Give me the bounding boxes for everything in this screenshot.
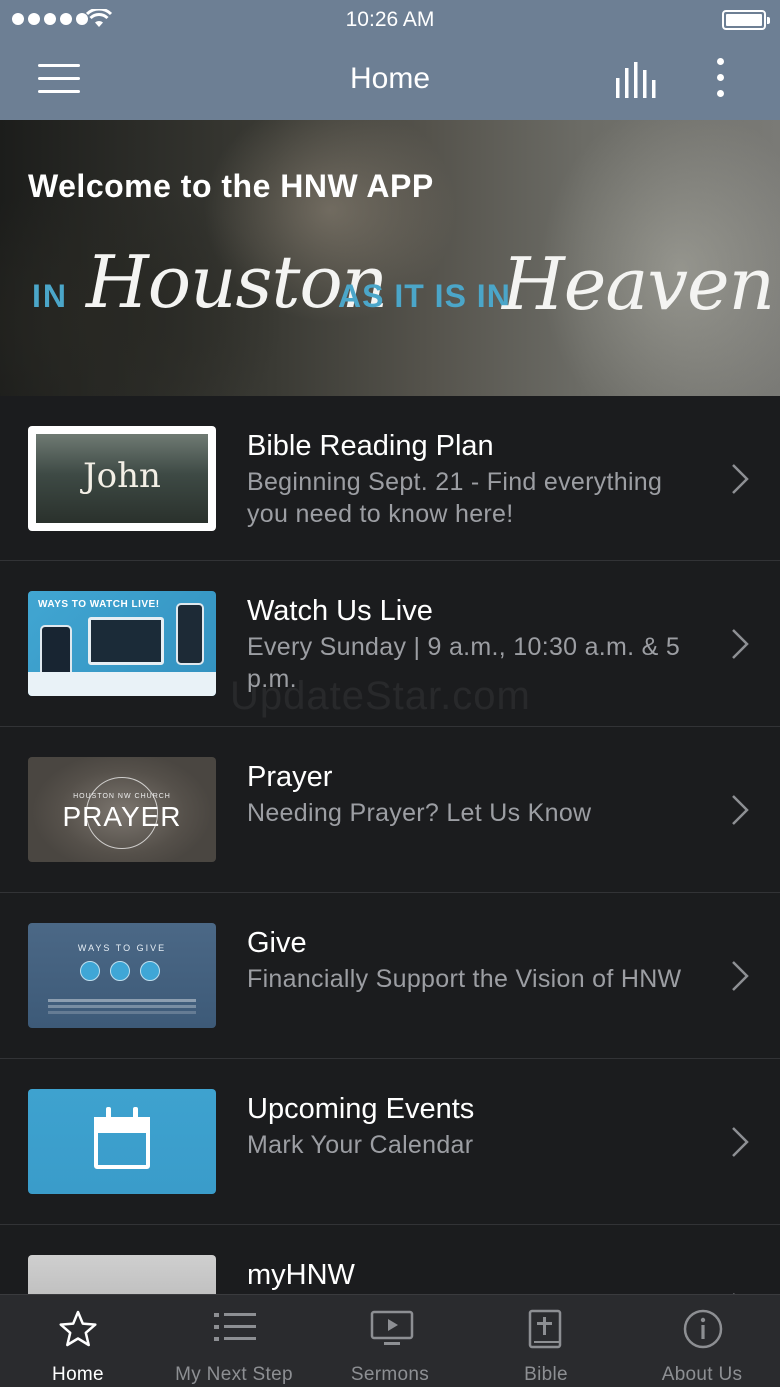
tab-bar: Home My Next Step Sermons Bible About Us <box>0 1294 780 1387</box>
hero-middle-text: AS IT IS IN <box>338 278 511 314</box>
tab-label: About Us <box>661 1364 743 1385</box>
tab-label: Home <box>52 1364 104 1385</box>
list-item-bible-reading-plan[interactable]: John Bible Reading Plan Beginning Sept. … <box>0 396 780 561</box>
tab-about-us[interactable]: About Us <box>624 1295 780 1387</box>
list-item-myhnw[interactable]: myHNW <box>0 1225 780 1294</box>
page-title: Home <box>349 62 431 95</box>
hero-heaven-text: Heaven. <box>502 242 780 326</box>
watermark: UpdateStar.com <box>230 674 531 718</box>
list-item-title: myHNW <box>247 1259 355 1291</box>
thumbnail-text: PRAYER <box>62 801 182 832</box>
list-item-title: Bible Reading Plan <box>247 430 494 462</box>
list-item-title: Prayer <box>247 761 333 793</box>
chevron-right-icon <box>732 961 749 991</box>
list-item-subtitle: Beginning Sept. 21 - Find everything you… <box>247 468 663 528</box>
more-options-button[interactable] <box>708 58 732 102</box>
tv-play-icon <box>370 1310 414 1345</box>
nav-bar: Home <box>0 40 780 120</box>
chevron-right-icon <box>732 1127 749 1157</box>
give-thumbnail: WAYS TO GIVE <box>28 923 216 1028</box>
myhnw-thumbnail <box>28 1255 216 1294</box>
status-bar: 10:26 AM <box>0 0 780 40</box>
list-item-title: Watch Us Live <box>247 595 433 627</box>
bible-icon <box>528 1309 562 1349</box>
calendar-icon <box>94 1107 150 1169</box>
top-bar: 10:26 AM Home <box>0 0 780 120</box>
list-icon <box>214 1313 256 1341</box>
status-time: 10:26 AM <box>345 8 435 31</box>
watch-live-thumbnail: WAYS TO WATCH LIVE! <box>28 591 216 696</box>
star-icon <box>59 1310 97 1347</box>
bible-reading-thumbnail: John <box>28 426 216 531</box>
hero-tagline: IN Houston AS IT IS IN Heaven. <box>32 240 780 350</box>
tab-label: My Next Step <box>175 1364 293 1385</box>
list-item-subtitle: Needing Prayer? Let Us Know <box>247 799 592 827</box>
chevron-right-icon <box>732 795 749 825</box>
list-item-subtitle: Financially Support the Vision of HNW <box>247 965 682 993</box>
info-icon <box>683 1309 723 1349</box>
thumbnail-text: WAYS TO WATCH LIVE! <box>38 599 160 610</box>
prayer-thumbnail: HOUSTON NW CHURCH PRAYER <box>28 757 216 862</box>
chevron-right-icon <box>732 464 749 494</box>
list-item-upcoming-events[interactable]: Upcoming Events Mark Your Calendar <box>0 1059 780 1225</box>
battery-icon <box>722 10 770 30</box>
hero-in-text: IN <box>32 278 68 314</box>
list-item-subtitle: Mark Your Calendar <box>247 1131 474 1159</box>
list-item-give[interactable]: WAYS TO GIVE Give Financially Support th… <box>0 893 780 1059</box>
tab-sermons[interactable]: Sermons <box>312 1295 468 1387</box>
list-item-title: Give <box>247 927 307 959</box>
tab-bible[interactable]: Bible <box>468 1295 624 1387</box>
tab-my-next-step[interactable]: My Next Step <box>156 1295 312 1387</box>
list-item-title: Upcoming Events <box>247 1093 475 1125</box>
thumbnail-text: WAYS TO GIVE <box>77 943 167 953</box>
thumbnail-text: John <box>83 456 161 496</box>
list-item-prayer[interactable]: HOUSTON NW CHURCH PRAYER Prayer Needing … <box>0 727 780 893</box>
audio-bars-icon[interactable] <box>614 60 660 100</box>
hero-banner[interactable]: Welcome to the HNW APP IN Houston AS IT … <box>0 120 780 396</box>
tab-label: Bible <box>524 1364 568 1385</box>
hero-welcome-text: Welcome to the HNW APP <box>28 168 434 204</box>
tab-home[interactable]: Home <box>0 1295 156 1387</box>
menu-list: John Bible Reading Plan Beginning Sept. … <box>0 396 780 1294</box>
calendar-thumbnail <box>28 1089 216 1194</box>
tab-label: Sermons <box>350 1364 430 1385</box>
thumbnail-small-text: HOUSTON NW CHURCH <box>73 793 171 800</box>
chevron-right-icon <box>732 629 749 659</box>
